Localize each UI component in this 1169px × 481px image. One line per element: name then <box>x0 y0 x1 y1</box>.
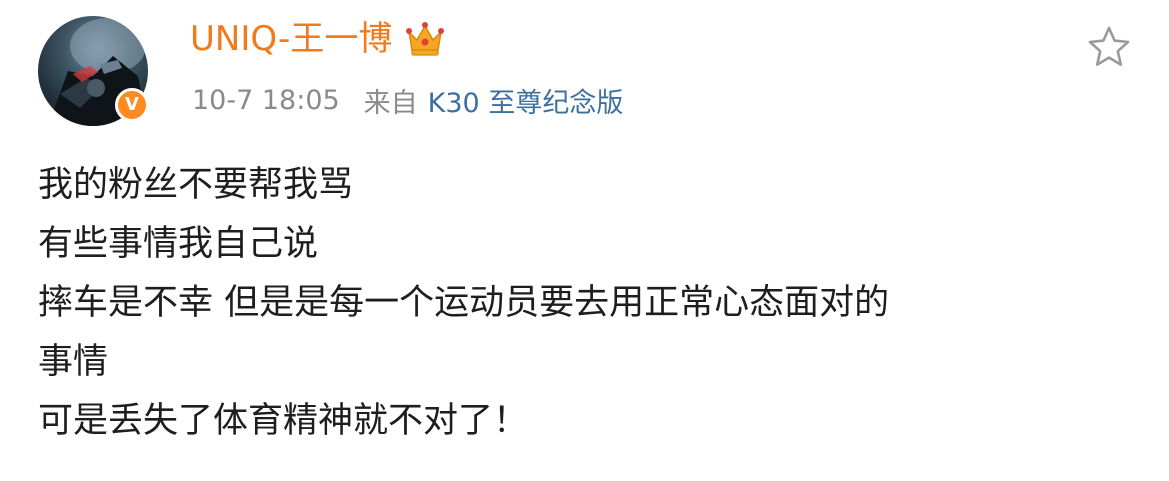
verified-badge-icon: V <box>115 88 149 122</box>
post-content: 我的粉丝不要帮我骂 有些事情我自己说 摔车是不幸 但是是每一个运动员要去用正常心… <box>38 156 1138 451</box>
username[interactable]: UNIQ-王一博 <box>190 14 392 64</box>
source-device-link[interactable]: K30 至尊纪念版 <box>428 81 624 120</box>
source-prefix: 来自 <box>363 87 418 119</box>
timestamp: 10-7 18:05 <box>192 84 340 116</box>
weibo-post-card: V UNIQ-王一博 10-7 18:05 来自 K30 至尊纪念版 我的粉丝不… <box>0 0 1169 481</box>
username-row: UNIQ-王一博 <box>190 14 446 64</box>
post-text-line: 可是丢失了体育精神就不对了！ <box>38 401 529 441</box>
crown-icon[interactable] <box>404 18 446 60</box>
post-text-line: 摔车是不幸 但是是每一个运动员要去用正常心态面对的 <box>38 283 890 323</box>
post-text-line: 我的粉丝不要帮我骂 <box>38 165 354 205</box>
post-text-line: 事情 <box>38 342 109 382</box>
post-meta: 10-7 18:05 来自 K30 至尊纪念版 <box>192 80 623 120</box>
post-text-line: 有些事情我自己说 <box>38 224 319 264</box>
star-icon[interactable] <box>1086 24 1132 70</box>
